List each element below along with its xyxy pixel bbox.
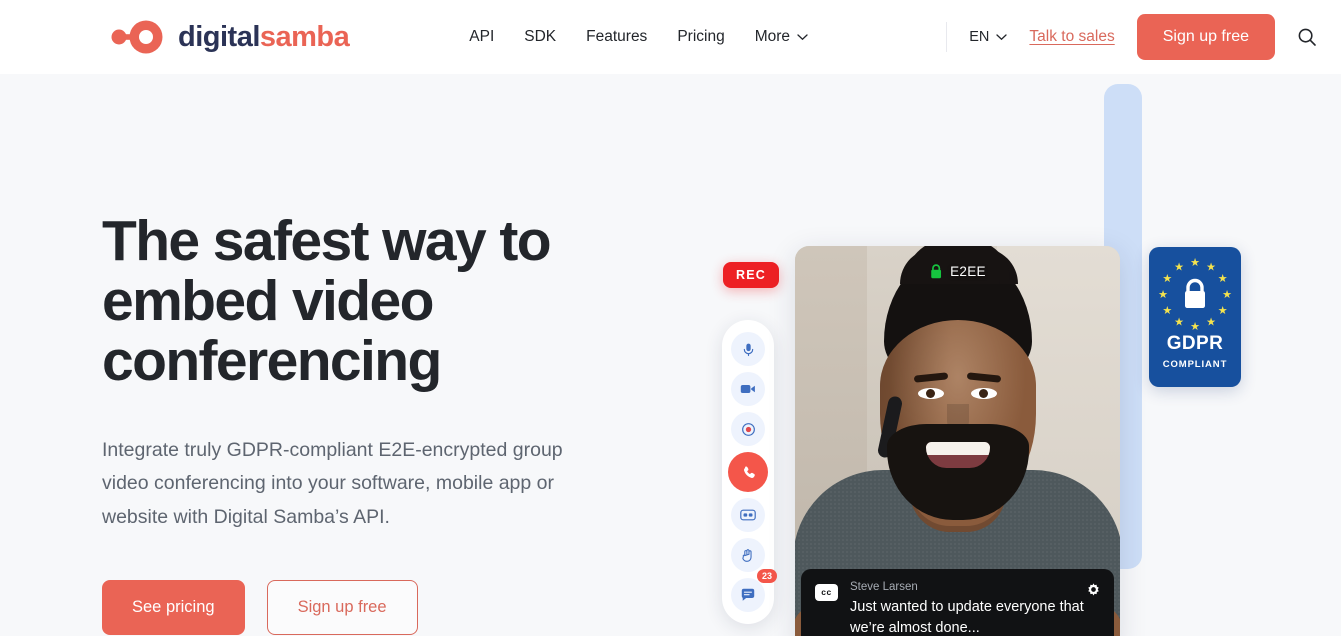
nav-item-api[interactable]: API bbox=[469, 28, 494, 46]
chat-icon bbox=[741, 588, 755, 601]
video-stage: REC 23 E2EE cc Steve Larsen Just wanted … bbox=[700, 74, 1341, 636]
gear-icon[interactable] bbox=[1086, 582, 1101, 597]
hero-subheadline: Integrate truly GDPR-compliant E2E-encry… bbox=[102, 438, 563, 528]
record-button[interactable] bbox=[731, 412, 765, 446]
header-actions: EN Talk to sales Sign up free bbox=[946, 14, 1317, 60]
nav-label: Features bbox=[586, 28, 648, 45]
closed-captions-icon bbox=[740, 509, 756, 521]
participant-eye-left bbox=[918, 388, 944, 399]
caption-body: Steve Larsen Just wanted to update every… bbox=[850, 581, 1100, 636]
gdpr-compliant-badge: ★ ★ ★ ★ ★ ★ ★ ★ ★ ★ ★ ★ GDPR COMPLIANT bbox=[1149, 247, 1241, 387]
hero-signup-button[interactable]: Sign up free bbox=[266, 580, 418, 636]
camera-icon bbox=[740, 385, 755, 393]
participant-mouth bbox=[925, 442, 990, 468]
encryption-label: E2EE bbox=[950, 264, 986, 279]
chat-unread-badge: 23 bbox=[756, 569, 777, 584]
call-controls-rail: 23 bbox=[722, 320, 777, 624]
chevron-down-icon bbox=[797, 33, 808, 40]
star-icon: ★ bbox=[1222, 288, 1232, 301]
header-divider bbox=[946, 22, 948, 52]
live-caption-overlay: cc Steve Larsen Just wanted to update ev… bbox=[801, 568, 1114, 636]
caption-text: Just wanted to update everyone that we’r… bbox=[850, 599, 1084, 636]
hero-section: The safest way to embed video conferenci… bbox=[0, 74, 1341, 636]
nav-label: More bbox=[754, 28, 791, 45]
microphone-button[interactable] bbox=[731, 332, 765, 366]
page-title: The safest way to embed video conferenci… bbox=[102, 209, 552, 393]
star-icon: ★ bbox=[1174, 260, 1184, 273]
brand-name-part1: digital bbox=[178, 20, 260, 53]
nav-label: API bbox=[469, 28, 495, 45]
chevron-down-icon bbox=[996, 33, 1008, 40]
gdpr-subtitle: COMPLIANT bbox=[1162, 359, 1228, 370]
star-icon: ★ bbox=[1174, 316, 1184, 329]
language-label: EN bbox=[969, 29, 990, 45]
star-icon: ★ bbox=[1158, 288, 1168, 301]
green-lock-icon bbox=[930, 264, 941, 279]
site-header: digitalsamba API SDK Features Pricing Mo… bbox=[0, 0, 1341, 74]
search-icon[interactable] bbox=[1297, 27, 1317, 47]
raise-hand-icon bbox=[742, 548, 752, 562]
header-signup-button[interactable]: Sign up free bbox=[1136, 14, 1275, 60]
star-icon: ★ bbox=[1190, 320, 1200, 333]
star-icon: ★ bbox=[1217, 272, 1228, 285]
see-pricing-button[interactable]: See pricing bbox=[102, 580, 245, 636]
brand-logo[interactable]: digitalsamba bbox=[110, 20, 350, 54]
nav-item-pricing[interactable]: Pricing bbox=[677, 28, 724, 46]
camera-button[interactable] bbox=[731, 372, 765, 406]
star-icon: ★ bbox=[1206, 260, 1216, 273]
talk-to-sales-link[interactable]: Talk to sales bbox=[1029, 28, 1114, 46]
digital-samba-logo-mark bbox=[111, 20, 163, 54]
raise-hand-button[interactable] bbox=[731, 538, 765, 572]
gdpr-title: GDPR bbox=[1166, 333, 1224, 354]
recording-badge: REC bbox=[723, 262, 779, 288]
participant-teeth bbox=[925, 442, 990, 455]
hero-cta-row: See pricing Sign up free bbox=[102, 580, 622, 636]
nav-item-sdk[interactable]: SDK bbox=[524, 28, 556, 46]
nav-label: Pricing bbox=[677, 28, 725, 45]
participant-eye-right bbox=[971, 388, 997, 399]
brand-name-part2: samba bbox=[259, 20, 350, 53]
star-icon: ★ bbox=[1162, 304, 1173, 317]
caption-speaker-name: Steve Larsen bbox=[850, 580, 918, 593]
hero-copy: The safest way to embed video conferenci… bbox=[102, 209, 622, 636]
video-participant-tile[interactable]: E2EE cc Steve Larsen Just wanted to upda… bbox=[795, 246, 1120, 636]
microphone-icon bbox=[743, 343, 753, 356]
eu-stars-ring: ★ ★ ★ ★ ★ ★ ★ ★ ★ ★ ★ ★ bbox=[1155, 255, 1235, 335]
star-icon: ★ bbox=[1190, 256, 1200, 269]
star-icon: ★ bbox=[1206, 316, 1216, 329]
language-selector[interactable]: EN bbox=[969, 29, 1008, 45]
padlock-icon bbox=[1185, 278, 1205, 308]
nav-item-features[interactable]: Features bbox=[586, 28, 647, 46]
encryption-indicator: E2EE bbox=[929, 264, 986, 279]
nav-item-more[interactable]: More bbox=[755, 28, 808, 46]
record-icon bbox=[741, 422, 755, 436]
chat-button[interactable]: 23 bbox=[731, 569, 777, 612]
star-icon: ★ bbox=[1162, 272, 1173, 285]
brand-name: digitalsamba bbox=[178, 20, 350, 53]
hangup-icon bbox=[743, 465, 755, 478]
nav-label: SDK bbox=[524, 28, 557, 45]
closed-captions-button[interactable] bbox=[731, 498, 765, 532]
star-icon: ★ bbox=[1217, 304, 1228, 317]
hangup-button[interactable] bbox=[728, 452, 768, 492]
caption-cc-icon: cc bbox=[815, 583, 838, 601]
primary-navigation: API SDK Features Pricing More bbox=[469, 28, 808, 46]
